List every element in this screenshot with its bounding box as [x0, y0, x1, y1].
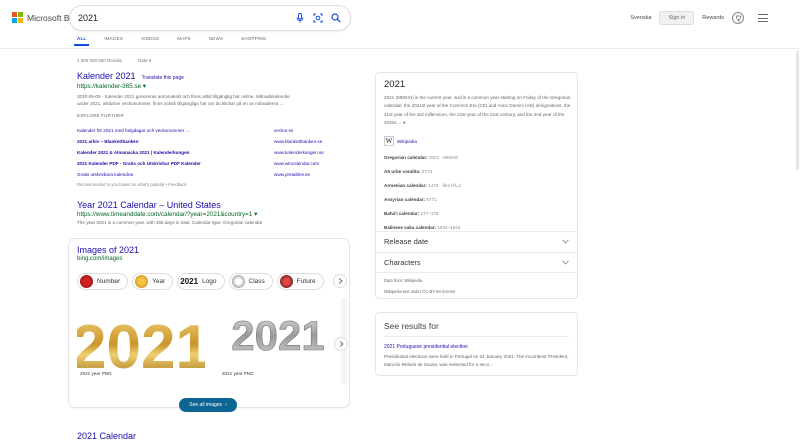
- tab-images[interactable]: IMAGES: [104, 36, 123, 45]
- explore-source[interactable]: www.kalenderkungen.se: [274, 150, 324, 155]
- explore-source[interactable]: www.wincalendar.com: [274, 161, 319, 166]
- images-title[interactable]: Images of 2021: [77, 245, 139, 255]
- kp-expander-characters[interactable]: Characters: [384, 258, 569, 267]
- signin-button[interactable]: Sign in: [659, 11, 695, 25]
- image-caption: 2021 year PNG: [222, 371, 254, 376]
- kp-expander-release-date[interactable]: Release date: [384, 237, 569, 246]
- chip-year[interactable]: Year: [132, 273, 174, 290]
- result-url[interactable]: https://www.timeanddate.com/calendar/?ye…: [77, 211, 367, 218]
- chevron-down-icon: [562, 239, 569, 244]
- explore-link[interactable]: 2021 arkiv – Blankettbanken: [77, 139, 139, 144]
- header-actions: Svenska Sign in Rewards: [630, 11, 744, 25]
- chip-thumb: [80, 275, 93, 288]
- kp-divider: [376, 272, 577, 273]
- search-icon[interactable]: [330, 12, 342, 24]
- explore-source[interactable]: veckor.se: [274, 128, 293, 133]
- see-results-link[interactable]: 2021 Portuguese presidential election: [384, 344, 468, 350]
- result-kalender-365: Kalender 2021 Translate this page https:…: [77, 71, 367, 118]
- kp-license[interactable]: Wikipedia text under CC-BY-SA license: [384, 289, 455, 294]
- chevron-right-icon: ›: [225, 402, 227, 408]
- kp-fact: Gregorian calendar: 2021 · MMXXI: [384, 155, 459, 160]
- explore-link[interactable]: Kalender för 2021 med helgdagar och veck…: [77, 128, 189, 133]
- chevron-down-icon: [562, 260, 569, 265]
- images-next-button[interactable]: [335, 338, 347, 350]
- result-title[interactable]: Kalender 2021: [77, 71, 136, 81]
- kp-divider: [376, 231, 577, 232]
- date-filter[interactable]: Date ▾: [138, 58, 151, 64]
- image-chips: Number Year 2021 Logo Class Future: [77, 273, 324, 290]
- image-caption: 2021 year PNG: [80, 371, 112, 376]
- chip-thumb: [135, 275, 149, 288]
- kp-fact: Armenian calendar: 1470 · ԹՎ ՌՆՀ: [384, 183, 462, 188]
- chips-next-button[interactable]: [334, 275, 346, 287]
- kp-source[interactable]: W Wikipedia: [384, 136, 417, 146]
- search-tabs: ALL IMAGES VIDEOS MAPS NEWS SHOPPING: [73, 36, 285, 46]
- kp-data-from[interactable]: Data from: Wikipedia: [384, 278, 422, 283]
- page-scrollbar[interactable]: [796, 50, 799, 170]
- chip-thumb: [279, 275, 293, 288]
- result-snippet-line2: under 2021, inklusive veckonummer, finns…: [77, 101, 284, 106]
- tab-all[interactable]: ALL: [73, 36, 90, 46]
- recommended-note: Recommended to you based on what's popul…: [77, 182, 187, 187]
- chip-class[interactable]: Class: [228, 273, 273, 290]
- rewards-link[interactable]: Rewards: [702, 15, 724, 21]
- result-snippet-line1: 2020-06-09 · Kalender 2021 genereras aut…: [77, 94, 290, 99]
- result-timeanddate: Year 2021 Calendar – United States https…: [77, 200, 367, 226]
- see-results-title: See results for: [384, 321, 439, 331]
- tab-news[interactable]: NEWS: [209, 36, 223, 45]
- kp-fact: Assyrian calendar: 6771: [384, 197, 437, 202]
- result-url[interactable]: https://kalender-365.se ▾: [77, 83, 367, 90]
- see-results-divider: [384, 336, 569, 337]
- chip-thumb: [231, 275, 245, 288]
- result-2021-calendar-title[interactable]: 2021 Calendar: [77, 431, 136, 441]
- see-results-snippet: Presidential elections were held in Port…: [384, 354, 569, 367]
- kp-fact: Bahá'í calendar: 177–178: [384, 211, 439, 216]
- microsoft-logo-icon: [12, 12, 23, 23]
- see-all-images-button[interactable]: See all images ›: [179, 398, 237, 412]
- explore-source[interactable]: www.blankettbanken.se: [274, 139, 322, 144]
- wikipedia-icon: W: [384, 136, 394, 146]
- kp-description: 2021 (MMXXI) is the current year, and is…: [384, 95, 571, 125]
- results-count: 1 300 000 000 Results: [77, 58, 123, 63]
- visual-search-icon[interactable]: [312, 12, 324, 24]
- kp-title: 2021: [384, 79, 406, 90]
- kp-fact: Balinese saka calendar: 1942–1943: [384, 225, 461, 230]
- search-box[interactable]: [70, 6, 350, 30]
- explore-link[interactable]: Kalender 2021 & Almanacka 2021 | Kalende…: [77, 150, 189, 155]
- result-title[interactable]: Year 2021 Calendar – United States: [77, 200, 367, 210]
- menu-icon[interactable]: [758, 14, 768, 25]
- explore-link[interactable]: 2021 Kalender PDF - Gratis och Utskrivba…: [77, 161, 201, 166]
- images-card: Images of 2021 bing.com/images Number Ye…: [69, 239, 349, 412]
- rewards-trophy-icon[interactable]: [732, 12, 744, 24]
- images-header: Images of 2021 bing.com/images: [77, 245, 139, 262]
- chip-future[interactable]: Future: [276, 273, 324, 290]
- chip-logo[interactable]: 2021 Logo: [177, 273, 225, 290]
- result-snippet: The year 2021 is a common year, with 365…: [77, 220, 263, 225]
- kp-divider: [376, 252, 577, 253]
- explore-link[interactable]: Gratis utskrivbara kalendrar: [77, 172, 133, 177]
- microphone-icon[interactable]: [294, 12, 306, 24]
- thumb-silver-text: 2021: [231, 312, 324, 359]
- search-input[interactable]: [78, 13, 288, 23]
- tab-shopping[interactable]: SHOPPING: [241, 36, 266, 45]
- language-link[interactable]: Svenska: [630, 15, 651, 21]
- chip-thumb-text: 2021: [180, 277, 199, 286]
- knowledge-panel: 2021 2021 (MMXXI) is the current year, a…: [375, 72, 578, 299]
- tab-videos[interactable]: VIDEOS: [141, 36, 159, 45]
- translate-link[interactable]: Translate this page: [142, 75, 184, 81]
- images-url[interactable]: bing.com/images: [77, 256, 139, 262]
- kp-fact: Ab urbe condita: 2774: [384, 169, 433, 174]
- tab-maps[interactable]: MAPS: [177, 36, 191, 45]
- results-meta: 1 300 000 000 Results Date ▾: [77, 58, 151, 64]
- kp-more-icon: ●: [402, 119, 406, 125]
- chip-number[interactable]: Number: [77, 273, 129, 290]
- see-results-panel: See results for 2021 Portuguese presiden…: [375, 312, 578, 376]
- explore-source[interactable]: www.pretables.se: [274, 172, 310, 177]
- header-divider: [0, 48, 800, 49]
- explore-further-title: EXPLORE FURTHER: [77, 113, 124, 118]
